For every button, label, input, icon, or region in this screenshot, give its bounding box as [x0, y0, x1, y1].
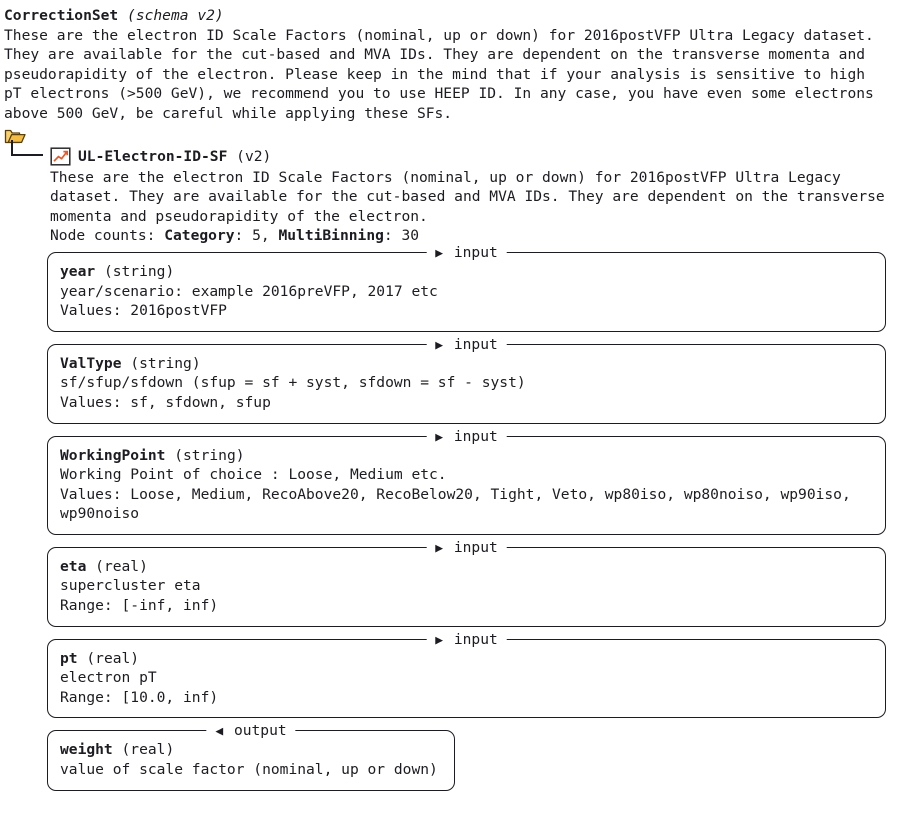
tree-node-version: (v2): [236, 147, 272, 165]
tree-node-body: These are the electron ID Scale Factors …: [50, 168, 899, 246]
arrow-right-icon: ▶: [435, 540, 446, 556]
panel-variable-type: (string): [174, 446, 245, 464]
panel-legend-label: input: [453, 630, 498, 648]
panel-title: eta (real): [60, 557, 873, 577]
tree-node-title: UL-Electron-ID-SF (v2): [78, 147, 271, 167]
panel-variable-name: pt: [60, 649, 78, 667]
arrow-right-icon: ▶: [435, 429, 446, 445]
panel-output-weight[interactable]: ◀ output weight (real) value of scale fa…: [47, 721, 455, 791]
correctionset-title-name: CorrectionSet: [4, 7, 119, 24]
panel-legend-output: ◀ output: [206, 721, 296, 742]
correctionset-description: These are the electron ID Scale Factors …: [4, 26, 874, 122]
panel-variable-type: (real): [95, 557, 148, 575]
panel-input-year[interactable]: ▶ input year (string) year/scenario: exa…: [47, 242, 886, 332]
panel-legend-label: input: [453, 427, 498, 445]
correctionset-schema-view: CorrectionSet (schema v2) These are the …: [0, 0, 899, 825]
panel-title: pt (real): [60, 649, 873, 669]
arrow-left-icon: ◀: [215, 724, 226, 740]
panel-description: Working Point of choice : Loose, Medium …: [60, 466, 447, 484]
tree-node-name: UL-Electron-ID-SF: [78, 147, 228, 165]
arrow-right-icon: ▶: [435, 245, 446, 261]
arrow-right-icon: ▶: [435, 337, 446, 353]
variable-panels: ▶ input year (string) year/scenario: exa…: [0, 242, 899, 791]
panel-title: weight (real): [60, 740, 442, 760]
panel-description: sf/sfup/sfdown (sfup = sf + syst, sfdown…: [60, 374, 526, 392]
panel-variable-name: eta: [60, 557, 87, 575]
panel-detail: Range: [10.0, inf): [60, 688, 219, 706]
panel-description: value of scale factor (nominal, up or do…: [60, 761, 438, 779]
panel-variable-type: (string): [130, 354, 201, 372]
panel-variable-name: weight: [60, 741, 113, 759]
panel-legend-label: output: [233, 722, 287, 740]
folder-icon: [4, 127, 26, 145]
node-count-category-label: Category: [164, 227, 235, 245]
panel-legend-label: input: [453, 335, 498, 353]
panel-input-workingpoint[interactable]: ▶ input WorkingPoint (string) Working Po…: [47, 426, 886, 535]
correctionset-header: CorrectionSet (schema v2) These are the …: [0, 0, 899, 124]
panel-detail: Range: [-inf, inf): [60, 597, 219, 615]
panel-legend-input: ▶ input: [426, 629, 507, 650]
tree-elbow-connector: [4, 139, 50, 168]
panel-detail: Values: Loose, Medium, RecoAbove20, Reco…: [60, 485, 851, 523]
correction-tree: UL-Electron-ID-SF (v2) These are the ele…: [0, 125, 899, 246]
panel-variable-type: (string): [103, 262, 175, 280]
panel-detail: Values: 2016postVFP: [60, 302, 227, 320]
panel-legend-input: ▶ input: [426, 537, 507, 558]
panel-input-valtype[interactable]: ▶ input ValType (string) sf/sfup/sfdown …: [47, 334, 886, 424]
panel-title: WorkingPoint (string): [60, 446, 873, 466]
panel-title: ValType (string): [60, 354, 873, 374]
panel-legend-input: ▶ input: [426, 334, 507, 355]
node-count-multibinning-label: MultiBinning: [278, 227, 384, 245]
tree-node-row[interactable]: UL-Electron-ID-SF (v2): [4, 139, 899, 168]
panel-detail: Values: sf, sfdown, sfup: [60, 393, 271, 411]
panel-legend-label: input: [453, 538, 498, 556]
tree-folder-row: [4, 125, 899, 147]
arrow-right-icon: ▶: [435, 632, 446, 648]
panel-title: year (string): [60, 262, 873, 282]
tree-node-description: These are the electron ID Scale Factors …: [50, 168, 885, 225]
panel-description: supercluster eta: [60, 577, 201, 595]
panel-variable-type: (real): [86, 649, 140, 667]
panel-legend-input: ▶ input: [426, 242, 507, 263]
panel-legend-input: ▶ input: [426, 426, 507, 447]
chart-increasing-icon: [50, 147, 71, 166]
correctionset-title: CorrectionSet (schema v2): [4, 6, 897, 26]
panel-variable-type: (real): [121, 741, 175, 759]
panel-variable-name: ValType: [60, 354, 122, 372]
panel-description: electron pT: [60, 669, 157, 687]
panel-description: year/scenario: example 2016preVFP, 2017 …: [60, 282, 438, 300]
correctionset-schema-version: (schema v2): [127, 7, 224, 24]
panel-legend-label: input: [453, 243, 498, 261]
panel-input-pt[interactable]: ▶ input pt (real) electron pT Range: [10…: [47, 629, 886, 719]
node-count-category-value: : 5,: [234, 227, 279, 245]
node-counts-label: Node counts:: [50, 227, 165, 245]
panel-variable-name: WorkingPoint: [60, 446, 166, 464]
node-count-multibinning-value: : 30: [383, 227, 420, 245]
panel-input-eta[interactable]: ▶ input eta (real) supercluster eta Rang…: [47, 537, 886, 627]
panel-variable-name: year: [60, 262, 96, 280]
